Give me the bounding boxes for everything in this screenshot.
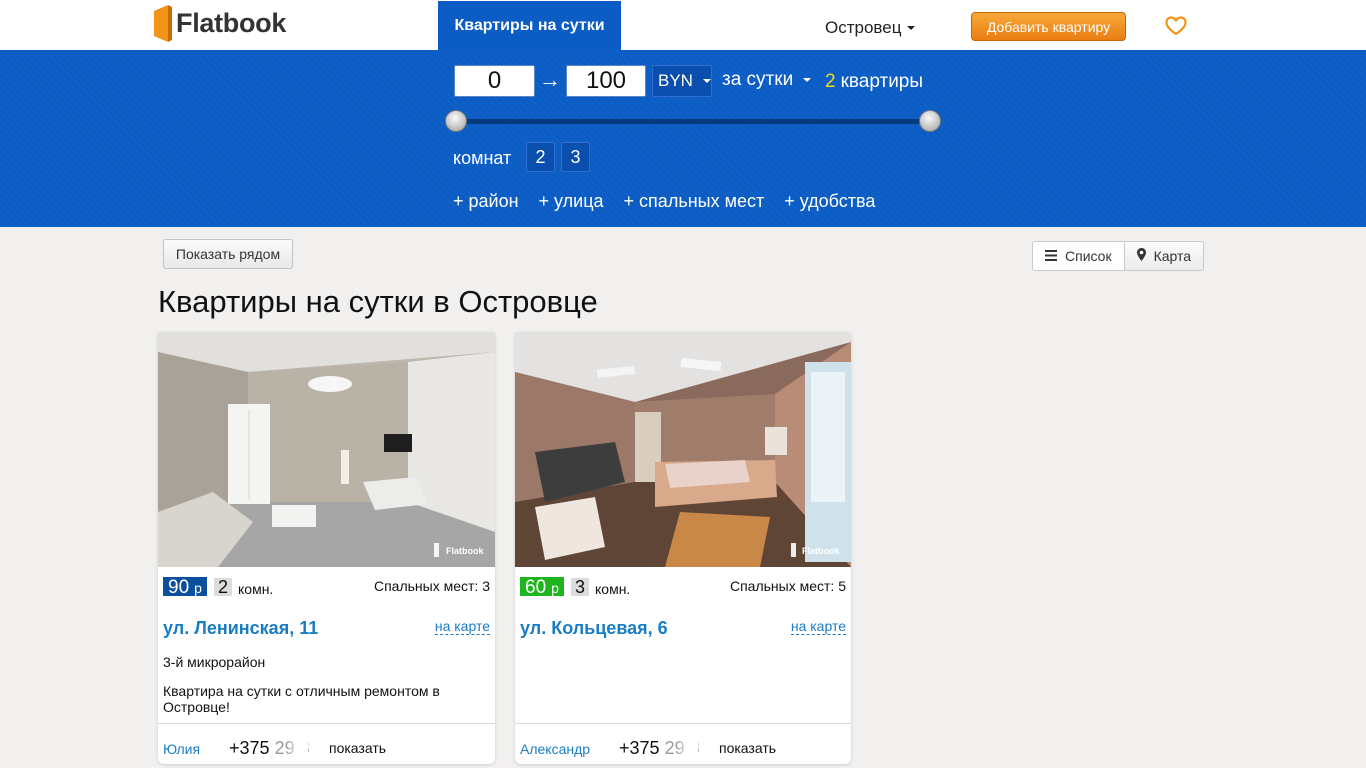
photo-watermark: Flatbook xyxy=(802,546,840,556)
price-to-input[interactable]: 100 xyxy=(566,65,646,97)
period-selector[interactable]: за сутки xyxy=(722,69,812,91)
door-icon xyxy=(154,4,172,42)
rooms-option-3[interactable]: 3 xyxy=(561,142,590,172)
show-phone-button[interactable]: показать xyxy=(329,740,386,756)
city-selector[interactable]: Островец xyxy=(825,18,916,38)
results-count: 2 квартиры xyxy=(825,71,923,93)
card-footer: Юлия +375 29 3 показать xyxy=(158,723,495,764)
phone-visible: +375 xyxy=(619,738,660,758)
filter-district-link[interactable]: + район xyxy=(453,191,519,212)
show-on-map-link[interactable]: на карте xyxy=(790,618,846,635)
rooms-word: комн. xyxy=(238,581,274,597)
nav-tab-daily-apartments[interactable]: Квартиры на сутки xyxy=(438,1,621,50)
caret-down-icon xyxy=(907,26,916,30)
price-slider-track[interactable] xyxy=(456,119,930,124)
filter-panel: 0 → 100 BYN за сутки 2 квартиры комнат 2 … xyxy=(0,50,1366,227)
list-view-label: Список xyxy=(1065,248,1112,264)
beds-count: Спальных мест: 3 xyxy=(373,578,490,594)
price-currency: р xyxy=(551,580,559,596)
price-currency: р xyxy=(194,580,202,596)
list-icon xyxy=(1045,248,1057,264)
rooms-count: 2 xyxy=(214,577,233,597)
listing-description: Квартира на сутки с отличным ремонтом в … xyxy=(163,683,440,715)
map-view-button[interactable]: Карта xyxy=(1124,241,1205,271)
listing-card[interactable]: Flatbook 60 р 3 комн. Спальных мест: 5 у… xyxy=(515,332,851,764)
listing-street[interactable]: ул. Ленинская, 11 xyxy=(163,618,318,639)
price-tag: 60 р xyxy=(520,577,564,598)
filter-links: + район + улица + спальных мест + удобст… xyxy=(453,191,875,212)
price-slider-max-handle[interactable] xyxy=(919,110,941,132)
phone-fade xyxy=(676,734,698,760)
currency-label: BYN xyxy=(658,71,693,90)
map-view-label: Карта xyxy=(1153,248,1192,264)
caret-down-icon xyxy=(803,78,812,82)
listing-photo[interactable]: Flatbook xyxy=(515,332,851,567)
beds-count: Спальных мест: 5 xyxy=(729,578,846,594)
listing-card[interactable]: Flatbook 90 р 2 комн. Спальных мест: 3 у… xyxy=(158,332,495,764)
photo-watermark: Flatbook xyxy=(446,546,484,556)
listing-photo[interactable]: Flatbook xyxy=(158,332,495,567)
page-title: Квартиры на сутки в Островце xyxy=(158,284,598,319)
period-label: за сутки xyxy=(722,69,794,90)
results-count-label: квартиры xyxy=(840,71,924,92)
price-value: 90 xyxy=(168,577,190,598)
show-on-map-link[interactable]: на карте xyxy=(434,618,490,635)
phone-visible: +375 xyxy=(229,738,270,758)
caret-down-icon xyxy=(702,79,711,83)
listing-district: 3-й микрорайон xyxy=(163,654,266,670)
header: Flatbook Квартиры на сутки Островец Доба… xyxy=(0,0,1366,50)
range-arrow: → xyxy=(539,67,561,92)
results-count-number: 2 xyxy=(825,71,836,92)
price-value: 60 xyxy=(525,577,547,598)
watermark-mark xyxy=(791,543,796,557)
rooms-count: 3 xyxy=(571,577,590,597)
map-marker-icon xyxy=(1136,248,1146,264)
price-slider-min-handle[interactable] xyxy=(445,110,467,132)
listing-street[interactable]: ул. Кольцевая, 6 xyxy=(520,618,668,639)
owner-name[interactable]: Юлия xyxy=(163,741,200,757)
card-footer: Александр +375 29 3 показать xyxy=(515,723,851,764)
filter-street-link[interactable]: + улица xyxy=(539,191,604,212)
show-nearby-button[interactable]: Показать рядом xyxy=(163,239,293,269)
rooms-option-2[interactable]: 2 xyxy=(526,142,555,172)
phone-fade xyxy=(286,734,308,760)
logo-text: Flatbook xyxy=(176,7,287,38)
city-name: Островец xyxy=(825,18,902,37)
heart-icon[interactable] xyxy=(1165,16,1187,36)
owner-name[interactable]: Александр xyxy=(520,741,590,757)
price-from-input[interactable]: 0 xyxy=(454,65,535,97)
price-tag: 90 р xyxy=(163,577,207,598)
rooms-label: комнат xyxy=(453,148,512,168)
filter-beds-link[interactable]: + спальных мест xyxy=(624,191,765,212)
currency-selector[interactable]: BYN xyxy=(652,65,712,97)
view-toggle: Список Карта xyxy=(1032,241,1205,271)
show-phone-button[interactable]: показать xyxy=(719,740,776,756)
logo[interactable]: Flatbook xyxy=(154,4,286,42)
list-view-button[interactable]: Список xyxy=(1032,241,1125,271)
add-apartment-button[interactable]: Добавить квартиру xyxy=(971,12,1126,41)
rooms-word: комн. xyxy=(595,581,631,597)
filter-amenities-link[interactable]: + удобства xyxy=(784,191,875,212)
